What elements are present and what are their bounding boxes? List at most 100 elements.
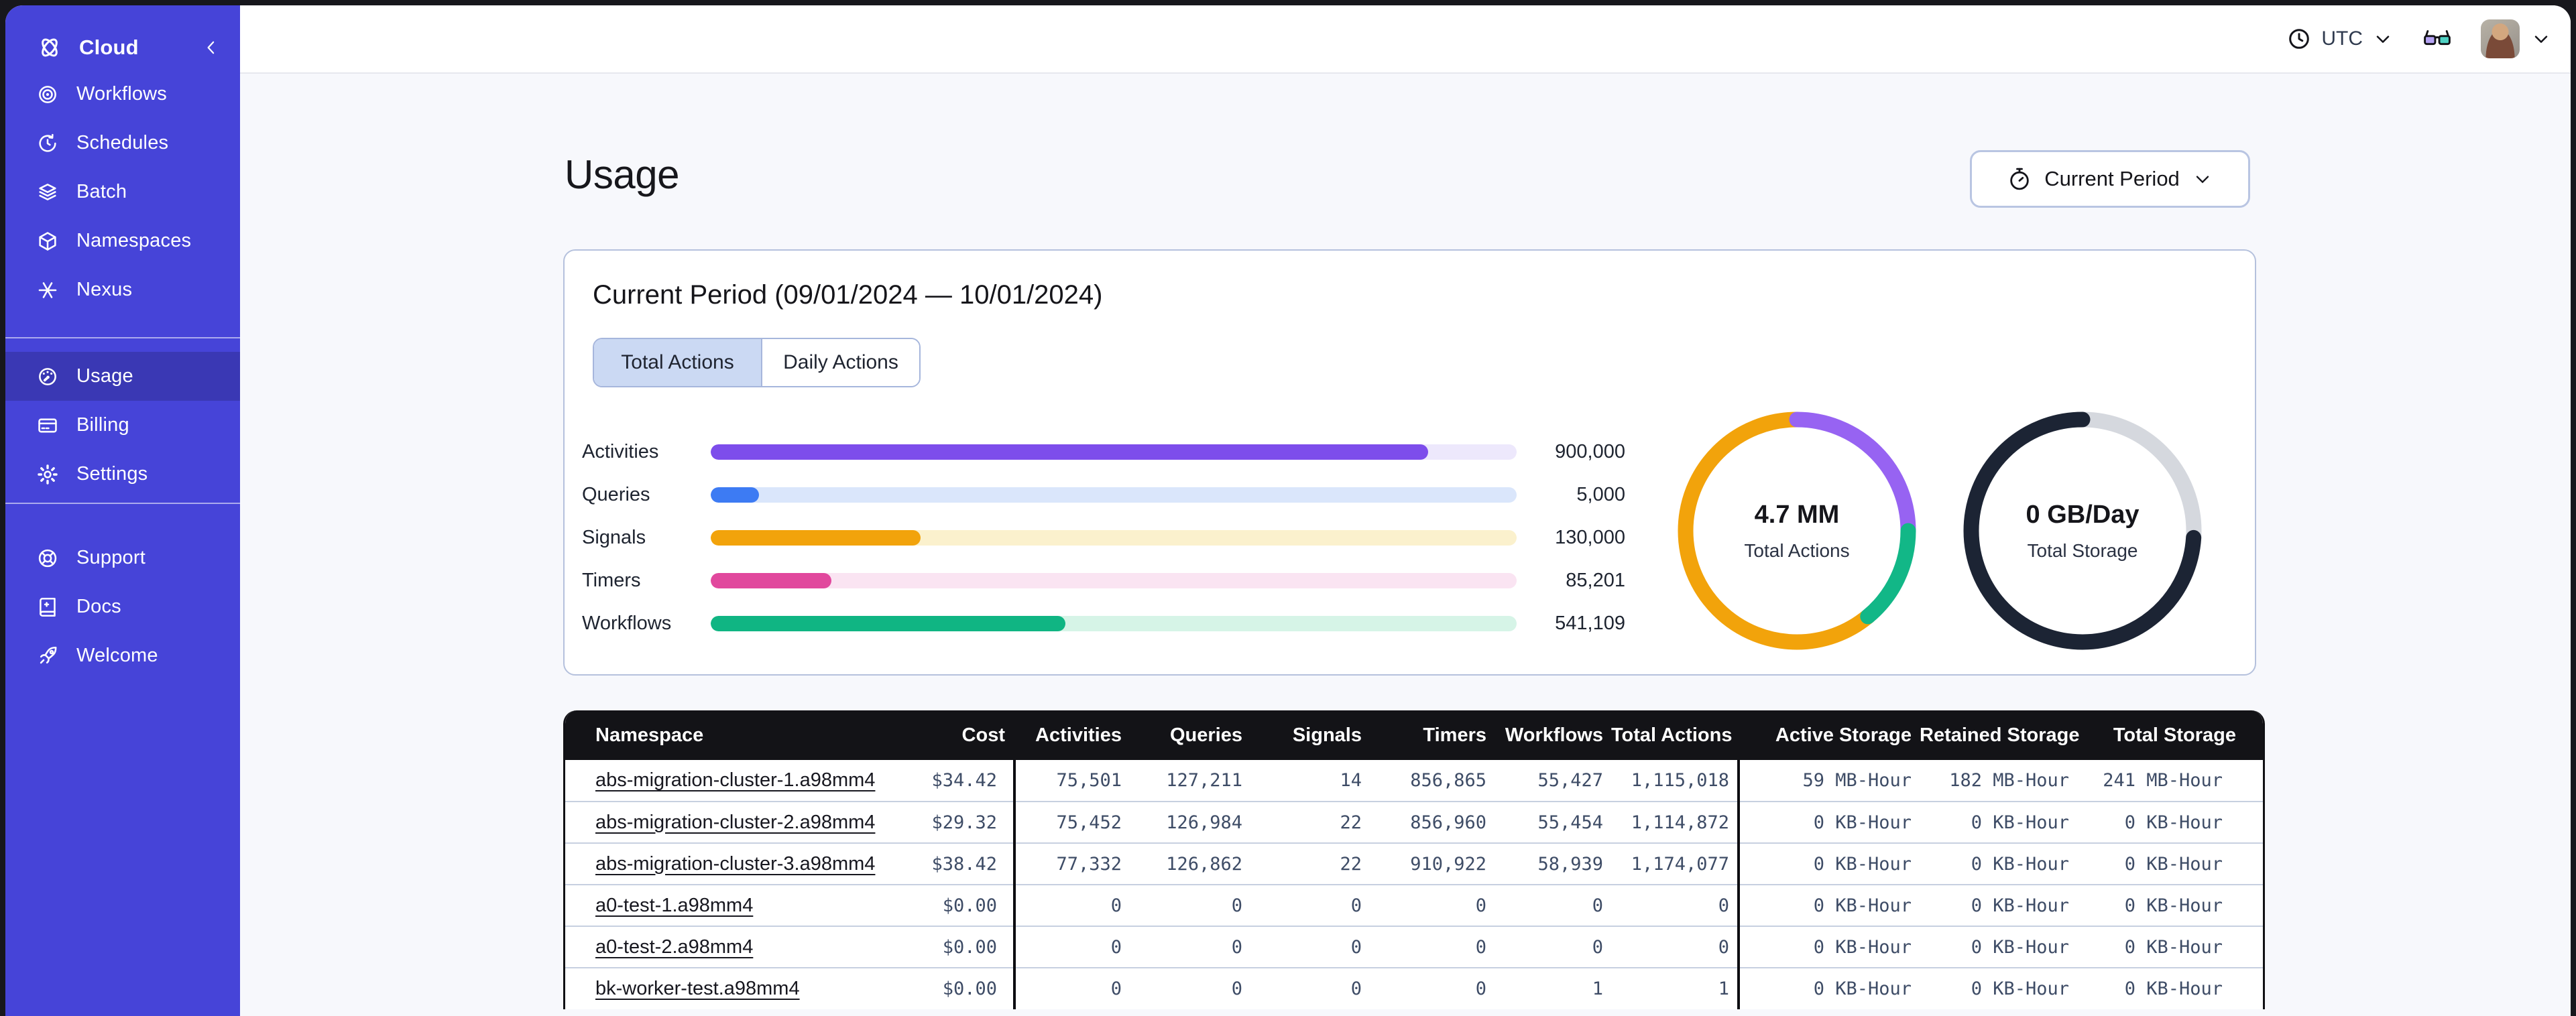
bar-track [711, 572, 1517, 588]
table-cell: 0 [1013, 926, 1130, 968]
namespace-cell: abs-migration-cluster-1.a98mm4 [565, 760, 875, 802]
table-cell: 0 [1250, 884, 1370, 926]
namespace-link[interactable]: a0-test-2.a98mm4 [595, 936, 753, 958]
period-selector-button[interactable]: Current Period [1970, 150, 2250, 208]
table-row: a0-test-1.a98mm4 $0.00 0 0 0 0 0 0 0 KB-Hour 0 KB… [565, 884, 2263, 926]
table-cell: 0 [1130, 967, 1250, 1009]
namespace-cell: a0-test-2.a98mm4 [565, 926, 850, 968]
content-area: Usage Current Period Current Period (09/… [240, 75, 2571, 1016]
sidebar-item-namespaces[interactable]: Namespaces [5, 216, 240, 265]
sidebar-item-batch[interactable]: Batch [5, 168, 240, 216]
table-cell: 0 KB-Hour [1737, 842, 1920, 885]
table-cell: 0 [1370, 926, 1495, 968]
table-cell: 0 KB-Hour [2077, 926, 2263, 968]
column-header: Retained Storage [1920, 710, 2080, 760]
account-menu[interactable] [2481, 19, 2552, 58]
table-cell: 0 [1013, 967, 1130, 1009]
table-row: abs-migration-cluster-1.a98mm4 $34.42 75,5… [565, 760, 2263, 802]
table-row: bk-worker-test.a98mm4 $0.00 0 0 0 0 1 1 0 KB-Hou… [565, 967, 2263, 1009]
timezone-selector[interactable]: UTC [2286, 26, 2394, 52]
namespace-cell: a0-test-1.a98mm4 [565, 884, 850, 926]
bar-track [711, 529, 1517, 546]
usage-summary-card: Current Period (09/01/2024 — 10/01/2024)… [563, 249, 2256, 676]
bar-fill [711, 487, 760, 503]
schedules-icon [39, 133, 56, 152]
column-header: Namespace [565, 710, 850, 760]
table-cell: 0 [1370, 884, 1495, 926]
sidebar-item-usage[interactable]: Usage [5, 352, 240, 401]
sidebar-item-support[interactable]: Support [5, 533, 240, 582]
table-cell: 77,332 [1013, 842, 1130, 885]
settings-icon [38, 464, 58, 485]
bar-track [711, 444, 1517, 460]
sidebar-item-workflows[interactable]: Workflows [5, 70, 240, 119]
docs-icon [40, 597, 56, 617]
donut-value: 4.7 MM [1754, 500, 1840, 529]
table-cell: 0 KB-Hour [1737, 801, 1920, 843]
bar-fill [711, 444, 1428, 460]
chevron-down-icon [2376, 36, 2390, 43]
brand-label: Cloud [79, 36, 139, 59]
bar-label: Signals [582, 526, 646, 548]
bar-label: Activities [582, 440, 659, 462]
namespace-link[interactable]: abs-migration-cluster-1.a98mm4 [595, 769, 875, 791]
table-cell: 1 [1495, 967, 1611, 1009]
table-cell: 55,427 [1495, 760, 1611, 802]
sidebar-item-billing[interactable]: Billing [5, 401, 240, 450]
sidebar-item-schedules[interactable]: Schedules [5, 119, 240, 168]
table-cell: 75,452 [1013, 801, 1130, 843]
column-header: Workflows [1495, 710, 1611, 760]
table-cell: 0 [1370, 967, 1495, 1009]
column-header: Queries [1130, 710, 1250, 760]
tab-daily-actions[interactable]: Daily Actions [762, 339, 919, 386]
bar-fill [711, 529, 921, 546]
bar-track [711, 615, 1517, 631]
namespace-link[interactable]: abs-migration-cluster-2.a98mm4 [595, 812, 875, 833]
sidebar-item-label: Workflows [76, 83, 168, 105]
sidebar-item-docs[interactable]: Docs [5, 582, 240, 631]
tab-total-actions[interactable]: Total Actions [594, 339, 762, 386]
collapse-sidebar-icon[interactable] [201, 38, 221, 58]
table-cell: 0 KB-Hour [2077, 884, 2263, 926]
sidebar-divider [5, 503, 240, 504]
sidebar-item-nexus[interactable]: Nexus [5, 265, 240, 314]
avatar[interactable] [2481, 19, 2520, 58]
donut-label: Total Storage [2027, 539, 2138, 561]
column-header: Total Actions [1611, 710, 1739, 760]
stopwatch-icon [2010, 168, 2029, 190]
bar-value: 85,201 [1566, 569, 1625, 591]
column-header: Timers [1370, 710, 1495, 760]
support-icon [38, 549, 57, 567]
bar-label: Workflows [582, 612, 672, 634]
table-cell: 0 [1611, 884, 1739, 926]
donut-label: Total Actions [1744, 539, 1850, 561]
chevron-down-icon [2196, 176, 2209, 184]
table-cell: 22 [1250, 801, 1370, 843]
namespace-link[interactable]: bk-worker-test.a98mm4 [595, 978, 800, 999]
table-cell: 241 MB-Hour [2077, 760, 2263, 802]
app-window: Cloud Workflows Schedules Batch Namespac… [5, 5, 2571, 1016]
sidebar-item-label: Support [76, 547, 145, 568]
sidebar-item-welcome[interactable]: Welcome [5, 631, 240, 680]
table-cell: 0 KB-Hour [1737, 884, 1920, 926]
table-cell: $0.00 [850, 884, 1014, 926]
table-row: abs-migration-cluster-2.a98mm4 $29.32 75,4… [565, 801, 2263, 843]
table-cell: 75,501 [1013, 760, 1130, 802]
table-cell: 0 KB-Hour [1920, 801, 2077, 843]
namespace-link[interactable]: a0-test-1.a98mm4 [595, 895, 753, 916]
glasses-icon[interactable] [2422, 23, 2453, 54]
sidebar-item-settings[interactable]: Settings [5, 450, 240, 499]
table-cell: 0 KB-Hour [1920, 842, 2077, 885]
column-header: Cost [850, 710, 1014, 760]
table-row: abs-migration-cluster-3.a98mm4 $38.42 77,3… [565, 842, 2263, 885]
actions-tab-group: Total Actions Daily Actions [593, 338, 921, 387]
column-header: Signals [1250, 710, 1370, 760]
table-cell: 856,865 [1370, 760, 1495, 802]
column-header: Total Storage [2077, 710, 2263, 760]
namespace-link[interactable]: abs-migration-cluster-3.a98mm4 [595, 853, 875, 875]
bar-value: 130,000 [1555, 526, 1625, 548]
sidebar-item-label: Docs [76, 596, 121, 617]
sidebar: Cloud Workflows Schedules Batch Namespac… [5, 5, 240, 1016]
table-cell: 126,862 [1130, 842, 1250, 885]
namespace-cell: abs-migration-cluster-2.a98mm4 [565, 801, 875, 843]
